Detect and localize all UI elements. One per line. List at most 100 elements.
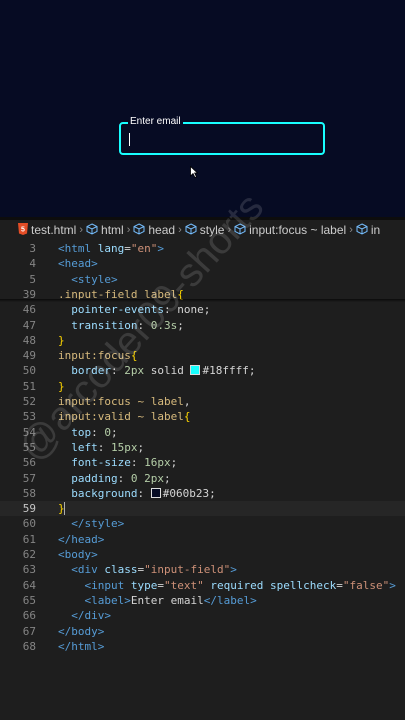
element-icon bbox=[133, 222, 145, 238]
line-number: 67 bbox=[22, 624, 36, 638]
line-number: 62 bbox=[22, 548, 36, 561]
code-text: </html> bbox=[58, 639, 105, 653]
breadcrumb-label: style bbox=[199, 223, 225, 237]
code-line: 62 <body> bbox=[0, 547, 405, 562]
code-line: 53 input:valid ~ label{ bbox=[0, 409, 405, 424]
line-number: 3 bbox=[29, 242, 36, 255]
code-text: <style> bbox=[71, 272, 118, 286]
code-text: <body> bbox=[58, 548, 98, 561]
code-text: <head> bbox=[58, 257, 98, 271]
code-text: } bbox=[58, 333, 65, 347]
chevron-right-icon: › bbox=[126, 224, 131, 236]
code-line: 68 </html> bbox=[0, 639, 405, 654]
line-number: 5 bbox=[29, 272, 36, 286]
line-number: 59 bbox=[22, 502, 36, 516]
line-number: 66 bbox=[22, 609, 36, 623]
line-number: 57 bbox=[22, 471, 36, 485]
code-line: 57 padding: 0 2px; bbox=[0, 471, 405, 486]
line-number: 51 bbox=[22, 379, 36, 393]
line-number: 46 bbox=[22, 303, 36, 317]
code-text: <div class="input-field"> bbox=[71, 563, 237, 577]
line-number: 54 bbox=[22, 425, 36, 439]
code-text: </body> bbox=[58, 624, 105, 638]
code-text: } bbox=[58, 379, 65, 393]
code-text: font-size: 16px; bbox=[71, 456, 178, 470]
code-text: <label>Enter email</label> bbox=[84, 593, 257, 607]
code-text: input:valid ~ label{ bbox=[58, 410, 191, 424]
text-caret bbox=[129, 133, 130, 146]
code-text: input:focus{ bbox=[58, 349, 138, 363]
line-number: 53 bbox=[22, 410, 36, 424]
line-number: 55 bbox=[22, 440, 36, 454]
mouse-pointer-icon bbox=[190, 166, 198, 178]
code-line: 5 <style> bbox=[0, 272, 405, 287]
breadcrumb-label: html bbox=[101, 223, 124, 237]
code-line: 58 background: #060b23; bbox=[0, 486, 405, 501]
line-number: 68 bbox=[22, 639, 36, 653]
chevron-right-icon: › bbox=[227, 224, 232, 236]
code-text: left: 15px; bbox=[71, 440, 145, 454]
code-text: </style> bbox=[71, 517, 125, 531]
line-number: 64 bbox=[22, 578, 36, 592]
code-text: border: 2px solid #18ffff; bbox=[71, 364, 256, 378]
code-text: top: 0; bbox=[71, 425, 118, 439]
line-number: 61 bbox=[22, 532, 36, 546]
line-number: 58 bbox=[22, 486, 36, 500]
code-text: </head> bbox=[58, 532, 105, 546]
element-icon bbox=[86, 222, 98, 238]
code-editor[interactable]: 3 <html lang="en"> 4 <head> 5 <style> 39 .inpu… bbox=[0, 240, 405, 720]
code-line: 55 left: 15px; bbox=[0, 440, 405, 455]
line-number: 60 bbox=[22, 517, 36, 531]
breadcrumb-label: in bbox=[370, 223, 381, 237]
code-text: <html lang="en"> bbox=[58, 242, 164, 255]
code-text: </div> bbox=[71, 609, 111, 623]
svg-text:5: 5 bbox=[21, 226, 25, 233]
element-icon bbox=[185, 222, 197, 238]
code-line: 3 <html lang="en"> bbox=[0, 241, 405, 256]
email-label: Enter email bbox=[128, 115, 183, 129]
html5-icon: 5 bbox=[18, 222, 28, 238]
code-text: pointer-events: none; bbox=[71, 303, 211, 317]
code-line: 47 transition: 0.3s; bbox=[0, 318, 405, 333]
code-line: 60 </style> bbox=[0, 516, 405, 531]
code-line: 46 pointer-events: none; bbox=[0, 302, 405, 317]
breadcrumb-item[interactable]: html bbox=[86, 222, 124, 238]
breadcrumb-item[interactable]: 5 test.html bbox=[18, 222, 77, 238]
breadcrumb-item[interactable]: in bbox=[356, 222, 381, 238]
breadcrumb-label: head bbox=[148, 223, 176, 237]
code-text: <input type="text" required spellcheck="… bbox=[84, 578, 396, 592]
line-number: 56 bbox=[22, 456, 36, 470]
code-line: 51} bbox=[0, 379, 405, 394]
code-line: 54 top: 0; bbox=[0, 425, 405, 440]
code-line: 52 input:focus ~ label, bbox=[0, 394, 405, 409]
line-number: 52 bbox=[22, 395, 36, 408]
breadcrumb: 5 test.html › html › head › style › input:focus ~… bbox=[0, 220, 405, 240]
line-number: 65 bbox=[22, 593, 36, 607]
line-number: 48 bbox=[22, 333, 36, 347]
breadcrumb-label: test.html bbox=[31, 223, 77, 237]
breadcrumb-item[interactable]: head bbox=[133, 222, 176, 238]
code-line: 56 font-size: 16px; bbox=[0, 455, 405, 470]
color-swatch[interactable] bbox=[150, 487, 161, 498]
chevron-right-icon: › bbox=[79, 224, 84, 236]
breadcrumb-label: input:focus ~ label bbox=[249, 223, 347, 237]
line-number: 49 bbox=[22, 349, 36, 363]
code-text: padding: 0 2px; bbox=[71, 471, 171, 485]
line-number: 50 bbox=[22, 364, 36, 378]
code-line: 61 </head> bbox=[0, 532, 405, 547]
code-line: 48} bbox=[0, 333, 405, 348]
browser-preview: Enter email bbox=[0, 0, 405, 217]
breadcrumb-item[interactable]: input:focus ~ label bbox=[234, 222, 347, 238]
element-icon bbox=[356, 222, 368, 238]
code-line: 64 <input type="text" required spellchec… bbox=[0, 578, 405, 593]
code-line: 49 input:focus{ bbox=[0, 348, 405, 363]
editor-caret bbox=[64, 502, 65, 516]
code-line: 63 <div class="input-field"> bbox=[0, 562, 405, 577]
color-swatch[interactable] bbox=[190, 365, 201, 376]
sticky-scroll-shadow bbox=[0, 299, 405, 302]
breadcrumb-item[interactable]: style bbox=[185, 222, 225, 238]
line-number: 63 bbox=[22, 563, 36, 577]
element-icon bbox=[234, 222, 246, 238]
code-line: 67 </body> bbox=[0, 624, 405, 639]
code-line: 65 <label>Enter email</label> bbox=[0, 593, 405, 608]
